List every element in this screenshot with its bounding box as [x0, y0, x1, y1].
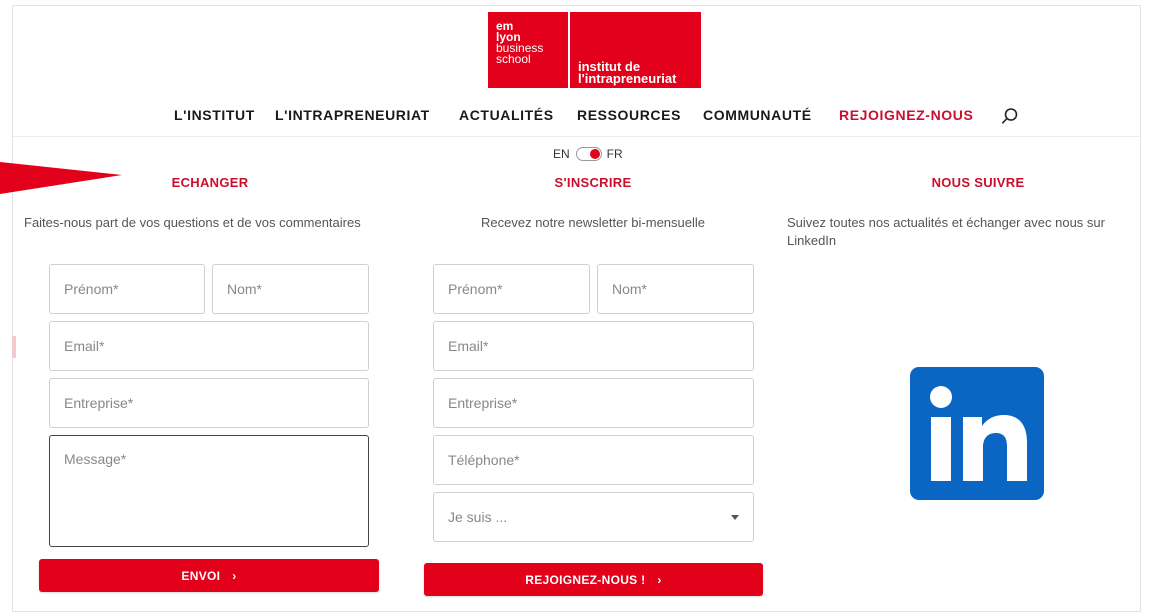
chevron-down-icon: [731, 514, 739, 520]
title-echanger: ECHANGER: [171, 175, 249, 190]
profile-select-value: Je suis ...: [448, 509, 508, 525]
envoi-button[interactable]: ENVOI ›: [39, 559, 379, 592]
search-icon[interactable]: [1001, 107, 1019, 125]
lang-toggle[interactable]: [575, 147, 602, 161]
language-switch[interactable]: EN FR: [553, 147, 623, 161]
logo-text-line: l'intrapreneuriat: [578, 71, 677, 86]
logo-text-line: school: [496, 52, 531, 66]
entreprise-field[interactable]: Entreprise*: [49, 378, 369, 428]
logo-institut: institut de l'intrapreneuriat: [570, 12, 701, 88]
background-fragment: [12, 336, 16, 358]
nav-item-rejoignez-nous[interactable]: REJOIGNEZ-NOUS: [839, 107, 973, 123]
rejoignez-nous-button-label: REJOIGNEZ-NOUS !: [525, 572, 646, 587]
chevron-right-icon: ›: [232, 568, 237, 583]
newsletter-prenom-field[interactable]: Prénom*: [433, 264, 590, 314]
desc-echanger: Faites-nous part de vos questions et de …: [24, 215, 361, 230]
newsletter-telephone-field[interactable]: Téléphone*: [433, 435, 754, 485]
decorative-arrow: [0, 162, 122, 194]
newsletter-email-field[interactable]: Email*: [433, 321, 754, 371]
toggle-knob: [589, 149, 600, 159]
linkedin-icon[interactable]: [910, 367, 1044, 500]
main-nav: L'INSTITUT L'INTRAPRENEURIAT ACTUALITÉS …: [0, 107, 1158, 127]
site-logo[interactable]: em lyon business school institut de l'in…: [488, 12, 701, 88]
rejoignez-nous-button[interactable]: REJOIGNEZ-NOUS ! ›: [424, 563, 763, 596]
email-field[interactable]: Email*: [49, 321, 369, 371]
nav-divider: [13, 136, 1141, 137]
nav-item-ressources[interactable]: RESSOURCES: [577, 107, 681, 123]
chevron-right-icon: ›: [657, 572, 662, 587]
logo-emlyon: em lyon business school: [488, 12, 568, 88]
desc-inscrire: Recevez notre newsletter bi-mensuelle: [481, 215, 705, 230]
lang-label-fr[interactable]: FR: [607, 147, 623, 161]
desc-suivre: Suivez toutes nos actualités et échanger…: [787, 215, 1105, 248]
newsletter-entreprise-field[interactable]: Entreprise*: [433, 378, 754, 428]
nav-item-actualites[interactable]: ACTUALITÉS: [459, 107, 554, 123]
envoi-button-label: ENVOI: [181, 568, 221, 583]
lang-label-en[interactable]: EN: [553, 147, 570, 161]
message-field[interactable]: Message*: [49, 435, 369, 547]
prenom-field[interactable]: Prénom*: [49, 264, 205, 314]
nav-item-institut[interactable]: L'INSTITUT: [174, 107, 255, 123]
newsletter-nom-field[interactable]: Nom*: [597, 264, 754, 314]
profile-select[interactable]: Je suis ...: [433, 492, 754, 542]
nav-item-communaute[interactable]: COMMUNAUTÉ: [703, 107, 812, 123]
title-inscrire: S'INSCRIRE: [554, 175, 632, 190]
nom-field[interactable]: Nom*: [212, 264, 369, 314]
nav-item-intrapreneuriat[interactable]: L'INTRAPRENEURIAT: [275, 107, 430, 123]
title-suivre: NOUS SUIVRE: [931, 175, 1025, 190]
